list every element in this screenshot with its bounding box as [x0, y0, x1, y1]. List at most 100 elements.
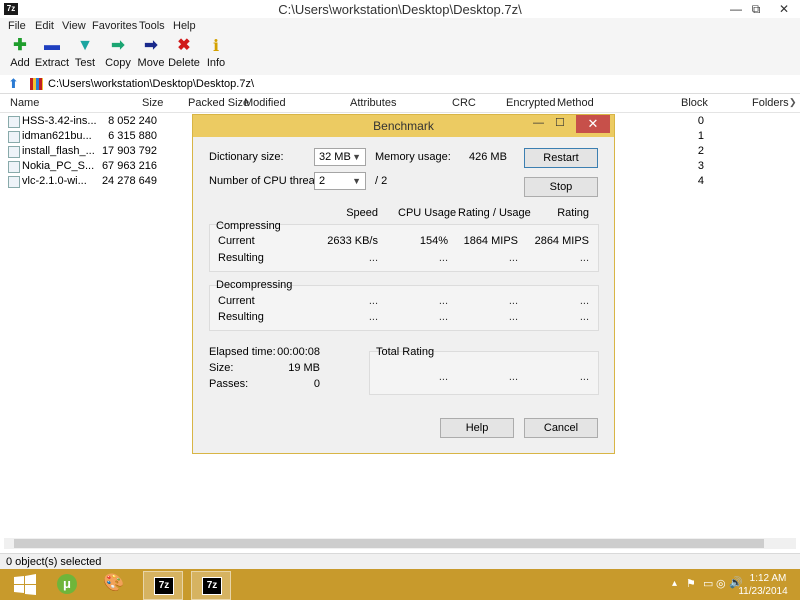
cancel-button[interactable]: Cancel [524, 418, 598, 438]
dictionary-size-select[interactable]: 32 MB ▼ [314, 148, 366, 166]
column-name[interactable]: Name [10, 97, 39, 109]
up-folder-icon[interactable]: ⬆ [8, 77, 20, 91]
taskbar-utorrent[interactable]: μ [48, 571, 86, 598]
dialog-close-button[interactable]: ✕ [576, 115, 610, 133]
menu-file[interactable]: File [8, 20, 26, 32]
list-item[interactable]: idman621bu... 6 315 880 [0, 129, 200, 144]
help-button[interactable]: Help [440, 418, 514, 438]
file-block: 0 [697, 115, 704, 127]
column-packed-size[interactable]: Packed Size [188, 97, 249, 109]
decompressing-resulting-label: Resulting [218, 311, 264, 323]
header-speed: Speed [346, 207, 378, 219]
paint-icon: 🎨 [103, 573, 125, 592]
extract-button[interactable]: ▬ Extract [34, 35, 70, 75]
header-rating-usage: Rating / Usage [458, 207, 531, 219]
stop-button[interactable]: Stop [524, 177, 598, 197]
archive-icon [30, 78, 43, 90]
move-button[interactable]: ➡ Move [133, 35, 169, 75]
file-block: 2 [697, 145, 704, 157]
taskbar-paint[interactable]: 🎨 [95, 571, 133, 598]
size-label: Size: [209, 362, 234, 374]
decompressing-resulting-rating-usage: ... [508, 311, 518, 323]
column-encrypted[interactable]: Encrypted [506, 97, 556, 109]
header-rating: Rating [557, 207, 589, 219]
move-label: Move [137, 57, 165, 69]
header-cpu-usage: CPU Usage [398, 207, 457, 219]
compressing-current-rating: 2864 MIPS [534, 235, 589, 247]
tray-app-icon[interactable]: ◎ [716, 577, 726, 590]
close-button[interactable]: ✕ [770, 0, 798, 18]
list-item[interactable]: Nokia_PC_S... 67 963 216 [0, 159, 200, 174]
clock-date[interactable]: 11/23/2014 [730, 586, 796, 597]
restart-button[interactable]: Restart [524, 148, 598, 168]
compressing-title: Compressing [216, 220, 281, 232]
menu-bar: File Edit View Favorites Tools Help [0, 18, 800, 35]
elapsed-time-label: Elapsed time: [209, 346, 276, 358]
file-icon [8, 116, 20, 128]
decompressing-current-rating-usage: ... [508, 295, 518, 307]
list-item[interactable]: HSS-3.42-ins... 8 052 240 [0, 114, 200, 129]
benchmark-dialog: Benchmark — ☐ ✕ Dictionary size: 32 MB ▼… [192, 114, 615, 454]
window-title: C:\Users\workstation\Desktop\Desktop.7z\ [278, 2, 522, 17]
column-method[interactable]: Method [557, 97, 594, 109]
address-bar: ⬆ C:\Users\workstation\Desktop\Desktop.7… [0, 75, 800, 94]
add-label: Add [10, 57, 30, 69]
info-button[interactable]: i Info [198, 35, 234, 75]
size-value: 19 MB [288, 362, 320, 374]
decompressing-title: Decompressing [216, 279, 293, 291]
copy-button[interactable]: ➡ Copy [100, 35, 136, 75]
dialog-maximize-button[interactable]: ☐ [555, 116, 565, 129]
list-item[interactable]: install_flash_... 17 903 792 [0, 144, 200, 159]
copy-label: Copy [105, 57, 131, 69]
start-button[interactable] [6, 573, 44, 597]
column-size[interactable]: Size [142, 97, 163, 109]
compressing-resulting-label: Resulting [218, 252, 264, 264]
file-block: 3 [697, 160, 704, 172]
horizontal-scrollbar[interactable] [4, 538, 796, 549]
extract-label: Extract [34, 57, 70, 69]
info-icon: i [212, 36, 220, 55]
taskbar-7zip-2[interactable]: 7z [191, 571, 231, 600]
menu-edit[interactable]: Edit [35, 20, 54, 32]
menu-help[interactable]: Help [173, 20, 196, 32]
add-icon: ✚ [13, 37, 27, 54]
compressing-current-label: Current [218, 235, 255, 247]
column-attributes[interactable]: Attributes [350, 97, 396, 109]
tray-overflow-icon[interactable]: ▴ [672, 578, 677, 589]
maximize-button[interactable]: ⧉ [742, 0, 770, 18]
add-button[interactable]: ✚ Add [2, 35, 38, 75]
delete-button[interactable]: ✖ Delete [166, 35, 202, 75]
column-block[interactable]: Block [681, 97, 708, 109]
file-icon [8, 176, 20, 188]
address-field[interactable]: C:\Users\workstation\Desktop\Desktop.7z\ [48, 78, 254, 90]
total-rating-cpu: ... [438, 371, 448, 383]
list-item[interactable]: vlc-2.1.0-wi... 24 278 649 [0, 174, 200, 189]
dialog-title: Benchmark [373, 119, 434, 133]
7zip-icon: 7z [154, 577, 174, 595]
action-center-icon[interactable]: ⚑ [686, 577, 696, 590]
cpu-threads-select[interactable]: 2 ▼ [314, 172, 366, 190]
network-icon[interactable]: ▭ [703, 577, 713, 590]
memory-usage-label: Memory usage: [375, 151, 451, 163]
total-rating-rating-usage: ... [508, 371, 518, 383]
memory-usage-value: 426 MB [469, 151, 507, 163]
file-size: 17 903 792 [101, 145, 157, 157]
list-header: Name Size Packed Size Modified Attribute… [0, 95, 800, 113]
test-button[interactable]: ▼ Test [67, 35, 103, 75]
column-folders[interactable]: Folders [752, 97, 789, 109]
column-crc[interactable]: CRC [452, 97, 476, 109]
scrollbar-thumb[interactable] [14, 539, 764, 548]
status-text: 0 object(s) selected [6, 556, 102, 568]
decompressing-group [209, 285, 599, 331]
header-scroll-icon: ❯ [789, 97, 797, 107]
windows-logo-icon [14, 574, 36, 595]
menu-favorites[interactable]: Favorites [92, 20, 137, 32]
menu-view[interactable]: View [62, 20, 86, 32]
dialog-minimize-button[interactable]: — [533, 117, 544, 129]
cpu-threads-max: / 2 [375, 175, 388, 187]
column-modified[interactable]: Modified [244, 97, 286, 109]
clock-time[interactable]: 1:12 AM [744, 573, 792, 584]
taskbar-7zip-1[interactable]: 7z [143, 571, 183, 600]
menu-tools[interactable]: Tools [139, 20, 165, 32]
compressing-current-rating-usage: 1864 MIPS [463, 235, 518, 247]
